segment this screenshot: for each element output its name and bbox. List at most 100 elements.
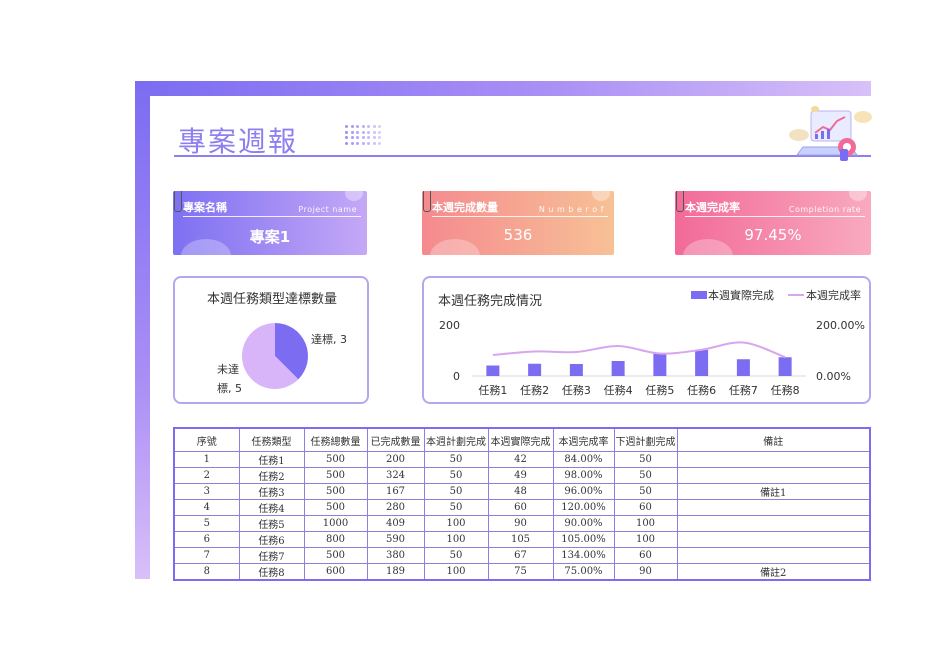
table-header-cell: 任務類型: [238, 427, 305, 452]
table-cell: 84.00%: [552, 451, 615, 468]
pie-label-0: 達標, 3: [311, 332, 347, 346]
binder-clip-icon: [174, 191, 182, 212]
table-cell: 100: [423, 563, 489, 581]
table-cell: 134.00%: [552, 547, 615, 564]
kpi-card-completion-rate: 本週完成率 Completion rate 97.45%: [675, 191, 871, 255]
table-cell: 49: [487, 467, 554, 484]
table-cell: 90: [487, 515, 554, 532]
legend-line-label: 本週完成率: [806, 288, 861, 302]
table-cell: 備註1: [676, 483, 871, 500]
bar-7: [736, 359, 750, 376]
table-cell: 105.00%: [552, 531, 615, 548]
x-tick-label: 任務1: [478, 383, 507, 397]
bar-2: [528, 363, 542, 376]
table-cell: 409: [366, 515, 425, 532]
table-cell: 200: [366, 451, 425, 468]
y-right-tick-min: 0.00%: [816, 370, 851, 383]
frame-left-bar: [135, 81, 150, 579]
table-cell: 500: [303, 547, 368, 564]
table-row: 3 任務3 500 167 50 48 96.00% 50 備註1: [173, 483, 871, 500]
table-row: 2 任務2 500 324 50 49 98.00% 50: [173, 467, 871, 484]
kpi-label: 本週完成率: [685, 201, 740, 214]
table-header-cell: 序號: [173, 427, 240, 452]
table-cell: 50: [423, 467, 489, 484]
bar-line-chart: 200 0 200.00% 0.00% 任務1 任務2 任務3 任務4 任務5 任務6 任務7 任務8…: [439, 288, 865, 397]
x-tick-label: 任務3: [562, 383, 591, 397]
kpi-value: 536: [503, 226, 533, 244]
table-header-cell: 備註: [676, 427, 871, 452]
table-cell: 100: [613, 515, 678, 532]
binder-clip-icon: [423, 191, 431, 212]
table-cell: 189: [366, 563, 425, 581]
table-row: 8 任務8 600 189 100 75 75.00% 90 備註2: [173, 563, 871, 581]
table-cell: 500: [303, 451, 368, 468]
table-cell: 7: [173, 547, 240, 564]
table-cell: [676, 531, 871, 548]
table-cell: 50: [423, 547, 489, 564]
table-cell: 5: [173, 515, 240, 532]
table-cell: 50: [613, 451, 678, 468]
table-cell: 90: [613, 563, 678, 581]
kpi-sublabel: Project name: [298, 205, 357, 214]
table-cell: 50: [423, 499, 489, 516]
table-cell: 42: [487, 451, 554, 468]
table-cell: 1000: [303, 515, 368, 532]
x-tick-label: 任務6: [687, 383, 716, 397]
table-row: 7 任務7 500 380 50 67 134.00% 60: [173, 547, 871, 564]
table-cell: 280: [366, 499, 425, 516]
dots-decoration-icon: [345, 125, 383, 147]
table-cell: 任務1: [238, 451, 305, 468]
frame-top-bar: [135, 81, 871, 96]
table-row: 6 任務6 800 590 100 105 105.00% 100: [173, 531, 871, 548]
pie-label-1a: 未達: [217, 363, 239, 376]
table-header-cell: 本週完成率: [552, 427, 615, 452]
laptop-chart-illustration-icon: [789, 106, 872, 161]
y-right-tick-max: 200.00%: [816, 319, 865, 332]
table-cell: 4: [173, 499, 240, 516]
table-cell: 3: [173, 483, 240, 500]
table-cell: 324: [366, 467, 425, 484]
kpi-card-project-name: 專案名稱 Project name 專案1: [173, 191, 367, 255]
table-cell: [676, 451, 871, 468]
table-cell: 60: [487, 499, 554, 516]
table-row: 1 任務1 500 200 50 42 84.00% 50: [173, 451, 871, 468]
bar-6: [695, 349, 709, 376]
table-cell: 380: [366, 547, 425, 564]
table-cell: 任務4: [238, 499, 305, 516]
bar-5: [653, 353, 667, 376]
table-row: 4 任務4 500 280 50 60 120.00% 60: [173, 499, 871, 516]
task-table: 序號 任務類型 任務總數量 已完成數量 本週計劃完成 本週實際完成 本週完成率 下週計劃完成備…: [173, 427, 871, 581]
table-cell: 100: [423, 531, 489, 548]
bar-1: [486, 365, 500, 376]
y-left-tick-max: 200: [439, 319, 460, 332]
table-cell: 96.00%: [552, 483, 615, 500]
table-cell: 590: [366, 531, 425, 548]
table-cell: 50: [613, 483, 678, 500]
legend-bar-swatch: [691, 291, 707, 299]
binder-clip-icon: [676, 191, 684, 212]
y-left-tick-min: 0: [453, 370, 460, 383]
table-cell: 100: [423, 515, 489, 532]
table-header-cell: 本週實際完成: [487, 427, 554, 452]
table-cell: 60: [613, 547, 678, 564]
table-cell: [676, 499, 871, 516]
kpi-label: 本週完成數量: [432, 201, 498, 214]
kpi-value: 專案1: [249, 228, 291, 246]
table-cell: [676, 467, 871, 484]
kpi-card-weekly-count: 本週完成數量 N u m b e r o f 536: [422, 191, 614, 255]
table-cell: 90.00%: [552, 515, 615, 532]
table-cell: 48: [487, 483, 554, 500]
bar-3: [569, 364, 583, 376]
table-cell: 任務8: [238, 563, 305, 581]
page-title: 專案週報: [178, 125, 299, 158]
table-cell: 任務2: [238, 467, 305, 484]
table-cell: 800: [303, 531, 368, 548]
x-tick-label: 任務8: [771, 383, 800, 397]
table-header-cell: 任務總數量: [303, 427, 368, 452]
table-cell: 500: [303, 499, 368, 516]
table-cell: 1: [173, 451, 240, 468]
kpi-sublabel: Completion rate: [788, 205, 861, 214]
pie-label-1b: 標, 5: [217, 381, 242, 395]
table-cell: 500: [303, 483, 368, 500]
table-cell: [676, 547, 871, 564]
